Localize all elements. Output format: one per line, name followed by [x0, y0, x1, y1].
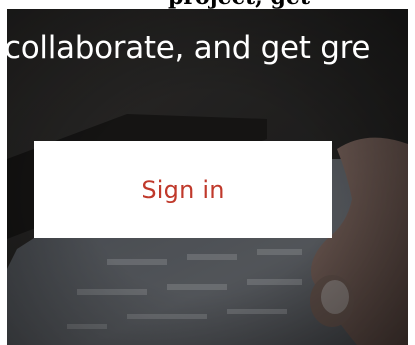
- hero-headline: collaborate, and get gre: [7, 30, 371, 66]
- sign-in-button[interactable]: Sign in: [34, 141, 332, 238]
- top-strip: project, get: [0, 0, 415, 9]
- hero-banner: collaborate, and get gre Sign in: [7, 9, 408, 345]
- sign-in-button-label: Sign in: [141, 175, 225, 204]
- top-strip-text: project, get: [168, 0, 310, 9]
